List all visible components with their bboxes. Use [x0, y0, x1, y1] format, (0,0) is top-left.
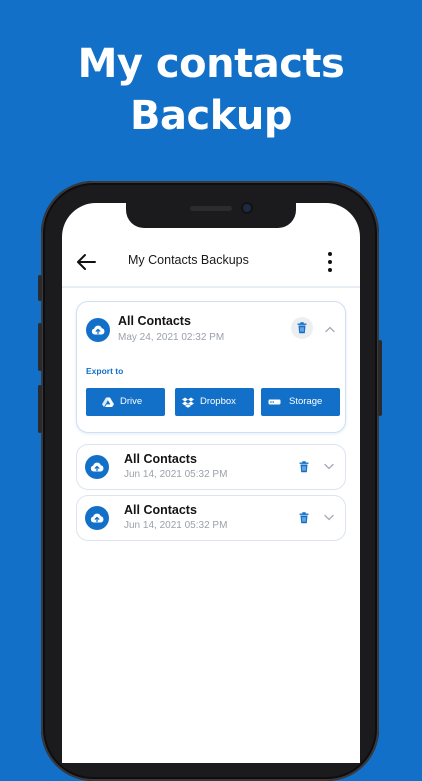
cloud-upload-icon: [85, 506, 109, 530]
cloud-upload-icon: [85, 455, 109, 479]
arrow-left-icon[interactable]: [76, 253, 96, 271]
export-drive-label: Drive: [120, 396, 143, 407]
export-dropbox-button[interactable]: Dropbox: [175, 388, 254, 416]
phone-volume-down: [38, 385, 42, 433]
chevron-down-icon[interactable]: [324, 463, 334, 471]
backup-date: Jun 14, 2021 05:32 PM: [124, 520, 228, 531]
backup-card[interactable]: All Contacts Jun 14, 2021 05:32 PM: [76, 444, 346, 490]
cloud-upload-icon: [86, 318, 110, 342]
dropbox-icon: [182, 397, 194, 408]
export-dropbox-label: Dropbox: [200, 396, 236, 407]
page-title: My Contacts Backups: [128, 253, 249, 267]
more-vertical-icon[interactable]: [326, 251, 334, 273]
backup-title: All Contacts: [118, 314, 191, 328]
export-storage-label: Storage: [289, 396, 323, 407]
backup-date: May 24, 2021 02:32 PM: [118, 332, 225, 343]
chevron-down-icon[interactable]: [324, 514, 334, 522]
chevron-up-icon[interactable]: [325, 325, 335, 333]
backup-card[interactable]: All Contacts Jun 14, 2021 05:32 PM: [76, 495, 346, 541]
export-storage-button[interactable]: Storage: [261, 388, 340, 416]
storage-icon: [268, 399, 281, 405]
phone-speaker: [190, 206, 232, 211]
app-bar: My Contacts Backups: [62, 243, 360, 283]
trash-icon: [299, 512, 309, 524]
backup-title: All Contacts: [124, 503, 197, 517]
delete-button[interactable]: [293, 456, 315, 478]
phone-volume-up: [38, 323, 42, 371]
google-drive-icon: [102, 397, 114, 407]
backup-date: Jun 14, 2021 05:32 PM: [124, 469, 228, 480]
export-label: Export to: [86, 366, 124, 376]
promo-headline: My contacts Backup: [0, 38, 422, 142]
backup-title: All Contacts: [124, 452, 197, 466]
headline-line-1: My contacts: [77, 41, 345, 87]
phone-power-button: [378, 340, 382, 416]
phone-screen: My Contacts Backups All Contacts May 24,…: [62, 203, 360, 763]
export-drive-button[interactable]: Drive: [86, 388, 165, 416]
phone-camera: [243, 204, 251, 212]
phone-silent-switch: [38, 275, 42, 301]
headline-line-2: Backup: [130, 93, 292, 139]
delete-button[interactable]: [291, 317, 313, 339]
trash-icon: [297, 322, 307, 334]
trash-icon: [299, 461, 309, 473]
app-bar-divider: [62, 286, 360, 288]
backup-card[interactable]: All Contacts May 24, 2021 02:32 PM Expor…: [76, 301, 346, 433]
delete-button[interactable]: [293, 507, 315, 529]
